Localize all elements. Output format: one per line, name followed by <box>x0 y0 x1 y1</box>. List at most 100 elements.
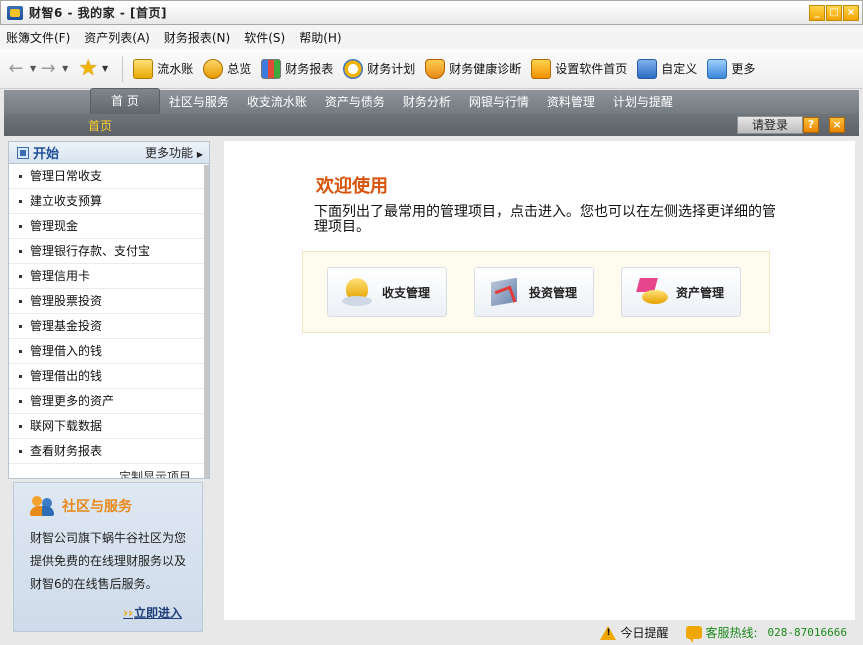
investment-icon <box>489 276 523 308</box>
list-item-label: 管理借入的钱 <box>30 344 103 358</box>
today-reminder-link[interactable]: 今日提醒 <box>620 624 668 641</box>
list-item[interactable]: 管理银行存款、支付宝 <box>9 239 205 264</box>
asset-icon <box>636 276 670 308</box>
close-button[interactable]: × <box>843 5 859 21</box>
forward-arrow-icon[interactable]: → <box>38 58 58 79</box>
bullet-icon <box>19 400 22 403</box>
enter-now-label: 立即进入 <box>133 606 182 620</box>
list-item-label: 管理股票投资 <box>30 294 103 308</box>
investment-card[interactable]: 投资管理 <box>474 267 594 317</box>
bullet-icon <box>19 225 22 228</box>
list-item-label: 管理现金 <box>30 219 79 233</box>
plan-clock-icon <box>343 58 364 79</box>
community-users-icon <box>30 495 56 517</box>
set-homepage-button[interactable]: 设置软件首页 <box>531 58 628 79</box>
financial-plan-button[interactable]: 财务计划 <box>343 58 416 79</box>
toolbar-separator <box>122 55 124 82</box>
income-expense-card[interactable]: 收支管理 <box>327 267 447 317</box>
status-bar: 今日提醒 客服热线: 028-87016666 <box>0 620 863 645</box>
set-homepage-label: 设置软件首页 <box>555 62 628 76</box>
financial-report-button[interactable]: 财务报表 <box>261 58 333 79</box>
tab-home[interactable]: 首 页 <box>90 88 160 114</box>
tab-community[interactable]: 社区与服务 <box>160 90 238 114</box>
help-button[interactable]: ? <box>803 117 819 133</box>
tab-data-management[interactable]: 资料管理 <box>538 90 604 114</box>
caret-right-icon: ▶ <box>196 150 203 159</box>
list-item[interactable]: 管理借出的钱 <box>9 364 205 389</box>
list-item-label: 管理银行存款、支付宝 <box>30 244 151 258</box>
customize-button[interactable]: 自定义 <box>637 58 698 79</box>
community-description: 财智公司旗下蜗牛谷社区为您提供免费的在线理财服务以及财智6的在线售后服务。 <box>30 531 187 591</box>
list-item[interactable]: 联网下载数据 <box>9 414 205 439</box>
minimize-button[interactable]: _ <box>809 5 825 21</box>
list-item[interactable]: 管理日常收支 <box>9 164 205 189</box>
more-icon <box>707 58 728 79</box>
list-item[interactable]: 管理信用卡 <box>9 264 205 289</box>
bullet-icon <box>19 175 22 178</box>
tab-analysis[interactable]: 财务分析 <box>394 90 460 114</box>
main-content: 欢迎使用 下面列出了最常用的管理项目，点击进入。您也可以在左侧选择更详细的管理项… <box>224 141 855 620</box>
list-item[interactable]: 管理股票投资 <box>9 289 205 314</box>
back-dropdown-icon[interactable]: ▼ <box>30 64 36 73</box>
toolbar: ← ▼ → ▼ ★ ▼ 流水账 总览 财务报表 财务计划 财务健康诊断 设置软件… <box>0 49 863 89</box>
list-item[interactable]: 管理基金投资 <box>9 314 205 339</box>
welcome-description: 下面列出了最常用的管理项目，点击进入。您也可以在左侧选择更详细的管理项目。 <box>314 204 776 235</box>
community-header: 社区与服务 <box>30 495 202 517</box>
asset-card[interactable]: 资产管理 <box>621 267 741 317</box>
list-item[interactable]: 管理更多的资产 <box>9 389 205 414</box>
maximize-button[interactable]: □ <box>826 5 842 21</box>
hotline-number: 028-87016666 <box>767 626 847 639</box>
home-upload-icon <box>531 58 552 79</box>
tab-ledger[interactable]: 收支流水账 <box>238 90 316 114</box>
health-check-button[interactable]: 财务健康诊断 <box>425 58 521 79</box>
customize-label: 自定义 <box>661 62 698 76</box>
login-button[interactable]: 请登录 <box>737 116 803 134</box>
favorites-dropdown-icon[interactable]: ▼ <box>102 64 108 73</box>
menu-help[interactable]: 帮助(H) <box>299 29 341 46</box>
bullet-icon <box>19 275 22 278</box>
app-logo-icon <box>7 5 23 20</box>
quick-cards-box: 收支管理 投资管理 资产管理 <box>302 251 770 333</box>
menu-reports[interactable]: 财务报表(N) <box>164 29 230 46</box>
list-item-label: 管理基金投资 <box>30 319 103 333</box>
bullet-icon <box>19 200 22 203</box>
hotline-label: 客服热线: <box>705 626 758 640</box>
more-button[interactable]: 更多 <box>707 58 755 79</box>
financial-plan-label: 财务计划 <box>367 62 416 76</box>
menu-software[interactable]: 软件(S) <box>244 29 285 46</box>
ledger-button[interactable]: 流水账 <box>133 58 194 79</box>
enter-now-link[interactable]: ››立即进入 <box>123 604 182 621</box>
list-item[interactable]: 查看财务报表 <box>9 439 205 464</box>
investment-label: 投资管理 <box>529 285 578 300</box>
more-functions-link[interactable]: 更多功能 ▶ <box>145 144 203 161</box>
menu-file[interactable]: 账簿文件(F) <box>6 29 70 46</box>
forward-dropdown-icon[interactable]: ▼ <box>62 64 68 73</box>
tab-ebank[interactable]: 网银与行情 <box>460 90 538 114</box>
customize-icon <box>637 58 658 79</box>
welcome-title: 欢迎使用 <box>316 176 388 197</box>
tab-plan-reminder[interactable]: 计划与提醒 <box>604 90 682 114</box>
overview-button[interactable]: 总览 <box>203 58 251 79</box>
scrollbar[interactable] <box>204 165 209 478</box>
page-header-bar: 首页 请登录 ? × <box>4 114 859 136</box>
list-item-label: 管理日常收支 <box>30 169 103 183</box>
community-title: 社区与服务 <box>62 499 132 515</box>
list-item-label: 管理更多的资产 <box>30 394 115 408</box>
customize-display-link[interactable]: 定制显示项目 <box>119 468 191 478</box>
close-page-button[interactable]: × <box>829 117 845 133</box>
bullet-icon <box>19 375 22 378</box>
star-icon[interactable]: ★ <box>78 57 98 80</box>
menu-assets[interactable]: 资产列表(A) <box>84 29 150 46</box>
bullet-icon <box>19 250 22 253</box>
tab-assets-debts[interactable]: 资产与债务 <box>316 90 394 114</box>
list-item[interactable]: 管理借入的钱 <box>9 339 205 364</box>
asset-label: 资产管理 <box>676 285 725 300</box>
list-item-label: 查看财务报表 <box>30 444 103 458</box>
bullet-icon <box>19 350 22 353</box>
window-title: 财智6 - 我的家 - [首页] <box>29 6 167 20</box>
list-item[interactable]: 管理现金 <box>9 214 205 239</box>
list-item[interactable]: 建立收支预算 <box>9 189 205 214</box>
ledger-label: 流水账 <box>157 62 194 76</box>
back-arrow-icon[interactable]: ← <box>6 58 26 79</box>
chat-bubble-icon <box>686 626 703 643</box>
